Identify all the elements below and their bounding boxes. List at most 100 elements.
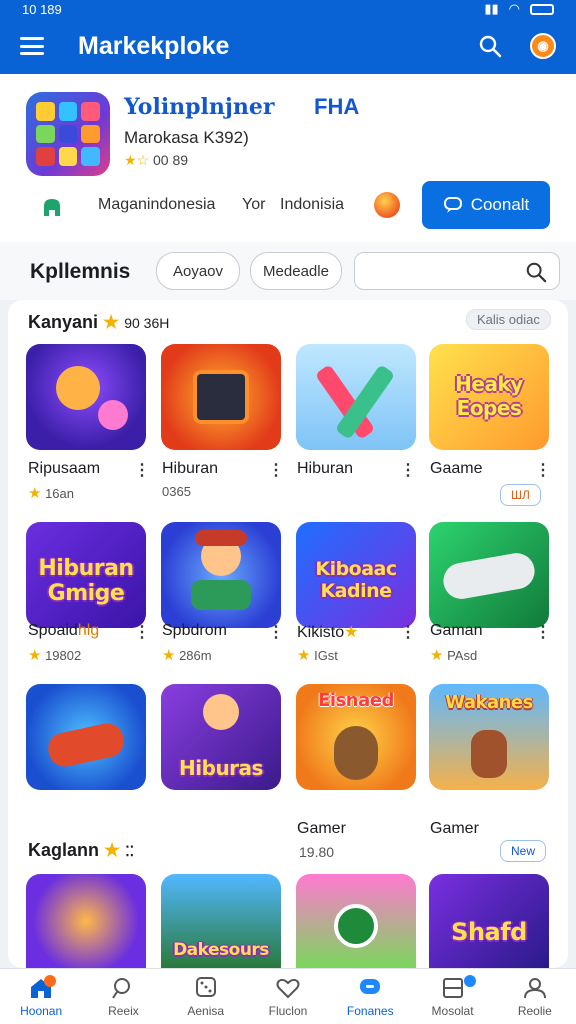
app-title: Markekploke bbox=[78, 31, 230, 60]
app-tile[interactable] bbox=[161, 344, 281, 450]
filter-chip-1[interactable]: Aoyaov bbox=[156, 252, 240, 290]
heart-icon bbox=[276, 978, 300, 998]
app-tile[interactable]: Wakanes bbox=[429, 684, 549, 790]
app-tile-label: Dakesours bbox=[173, 940, 269, 960]
app-meta: ★ 19802 bbox=[28, 646, 81, 664]
app-tile[interactable]: Dakesours bbox=[161, 874, 281, 968]
featured-app-icon bbox=[26, 92, 110, 176]
app-name: Gaame bbox=[430, 460, 483, 477]
app-tile-label: Hiburan Gmige bbox=[38, 556, 134, 606]
wifi-icon: ◠ bbox=[508, 1, 520, 16]
app-meta-value: PAsd bbox=[447, 648, 478, 663]
nav-library[interactable]: Mosolat bbox=[411, 969, 493, 1024]
profile-avatar[interactable]: ◉ bbox=[530, 33, 556, 59]
person-icon bbox=[523, 977, 546, 998]
app-name: Hiburan bbox=[297, 460, 354, 477]
app-name-text: Kikisto bbox=[297, 624, 345, 641]
app-tile-label: Hiburas bbox=[179, 756, 263, 780]
nav-search[interactable]: Reeix bbox=[82, 969, 164, 1024]
app-tile[interactable] bbox=[26, 874, 146, 968]
app-meta: 0365 bbox=[162, 484, 191, 499]
filter-heading: Kpllemnis bbox=[30, 260, 131, 283]
app-tile[interactable]: Shafd bbox=[429, 874, 549, 968]
featured-app-name: Yolinplnjner bbox=[124, 94, 275, 120]
featured-label-3: Indonisia bbox=[280, 196, 345, 213]
dice-icon bbox=[195, 976, 216, 997]
more-icon[interactable]: ⋮ bbox=[134, 622, 150, 642]
app-tile-label: Eisnaed bbox=[318, 690, 394, 711]
app-tile[interactable] bbox=[26, 684, 146, 790]
nav-favorites[interactable]: Fluclon bbox=[247, 969, 329, 1024]
filter-chip-2[interactable]: Medeadle bbox=[250, 252, 342, 290]
app-name-text: Spoaid bbox=[28, 622, 78, 639]
app-tile[interactable]: Kiboaac Kadine bbox=[296, 522, 416, 628]
app-tile[interactable]: Eisnaed bbox=[296, 684, 416, 790]
search-input[interactable] bbox=[354, 252, 560, 290]
more-icon[interactable]: ⋮ bbox=[535, 460, 551, 480]
nav-home[interactable]: Hoonan bbox=[0, 969, 82, 1024]
app-name: Ripusaam bbox=[28, 460, 101, 477]
gamepad-icon bbox=[44, 199, 60, 216]
section-title-text: Kaglann bbox=[28, 840, 100, 860]
more-icon[interactable]: ⋮ bbox=[535, 622, 551, 642]
more-icon[interactable]: ⋮ bbox=[400, 460, 416, 480]
star-icon: ★ bbox=[344, 624, 359, 641]
filter-bar: Kpllemnis Aoyaov Medeadle bbox=[0, 242, 576, 300]
app-tile[interactable] bbox=[161, 522, 281, 628]
nav-library-label: Mosolat bbox=[431, 1003, 474, 1018]
chat-icon bbox=[360, 978, 381, 994]
section-title: Kanyani ★ 90 36H bbox=[28, 312, 169, 333]
search-icon[interactable] bbox=[478, 34, 502, 58]
status-bar: 10 189 ▮▮ ◠ bbox=[0, 0, 576, 18]
more-icon[interactable]: ⋮ bbox=[268, 622, 284, 642]
app-tile[interactable]: Heaky Eopes bbox=[429, 344, 549, 450]
star-icon: ★ bbox=[124, 152, 137, 168]
app-tile[interactable]: Hiburas bbox=[161, 684, 281, 790]
app-tile[interactable] bbox=[26, 344, 146, 450]
star-icon: ★ bbox=[103, 312, 120, 332]
app-name: Gamer bbox=[430, 820, 479, 837]
app-meta: 19.80 bbox=[299, 844, 335, 860]
chat-icon bbox=[443, 197, 462, 213]
more-icon[interactable]: ⋮ bbox=[268, 460, 284, 480]
section-title-text: Kanyani bbox=[28, 312, 99, 332]
nav-games-label: Aenisa bbox=[187, 1003, 225, 1018]
nav-games[interactable]: Aenisa bbox=[165, 969, 247, 1024]
more-icon[interactable]: ⋮ bbox=[400, 622, 416, 642]
see-all-button[interactable]: Kalis odiac bbox=[466, 309, 551, 330]
featured-label-2: Yor bbox=[242, 196, 266, 213]
app-name: Spbdrom bbox=[162, 622, 227, 639]
app-meta: ★ IGst bbox=[297, 646, 338, 664]
app-tile[interactable] bbox=[296, 874, 416, 968]
featured-app-card[interactable]: Yolinplnjner FHA Marokasa K392) ★☆ 00 89… bbox=[0, 74, 576, 242]
nav-messages[interactable]: Fonanes bbox=[329, 969, 411, 1024]
star-icon: ★ bbox=[430, 647, 444, 664]
bottom-nav: Hoonan Reeix Aenisa Fluclon Fonanes Moso… bbox=[0, 968, 576, 1024]
app-tile[interactable] bbox=[296, 344, 416, 450]
more-icon[interactable]: ⁚⁚ bbox=[125, 843, 134, 859]
app-meta: ★ 16an bbox=[28, 484, 74, 502]
app-name: Hiburan bbox=[162, 460, 219, 477]
star-icon: ★ bbox=[28, 485, 42, 502]
app-tile-label: Shafd bbox=[451, 918, 527, 946]
app-badge: ШЛ bbox=[500, 484, 541, 506]
install-button-label: Coonalt bbox=[470, 195, 530, 214]
app-tile[interactable] bbox=[429, 522, 549, 628]
app-tile[interactable]: Hiburan Gmige bbox=[26, 522, 146, 628]
library-icon bbox=[442, 977, 463, 998]
star-icon: ★ bbox=[297, 647, 311, 664]
nav-search-label: Reeix bbox=[108, 1003, 139, 1018]
search-icon[interactable] bbox=[525, 261, 547, 283]
star-icon: ★ bbox=[104, 840, 121, 860]
featured-app-rating: ★☆ 00 89 bbox=[124, 152, 188, 169]
signal-icon: ▮▮ bbox=[484, 1, 499, 16]
app-name: Gamer bbox=[297, 820, 346, 837]
nav-profile[interactable]: Reolie bbox=[494, 969, 576, 1024]
app-name: Spoaidhlg bbox=[28, 622, 99, 640]
menu-icon[interactable] bbox=[20, 37, 44, 55]
more-icon[interactable]: ⋮ bbox=[134, 460, 150, 480]
section-rating: 90 36H bbox=[124, 315, 170, 331]
nav-favorites-label: Fluclon bbox=[268, 1003, 308, 1018]
install-button[interactable]: Coonalt bbox=[422, 181, 550, 229]
rating-value: 00 89 bbox=[153, 152, 189, 168]
